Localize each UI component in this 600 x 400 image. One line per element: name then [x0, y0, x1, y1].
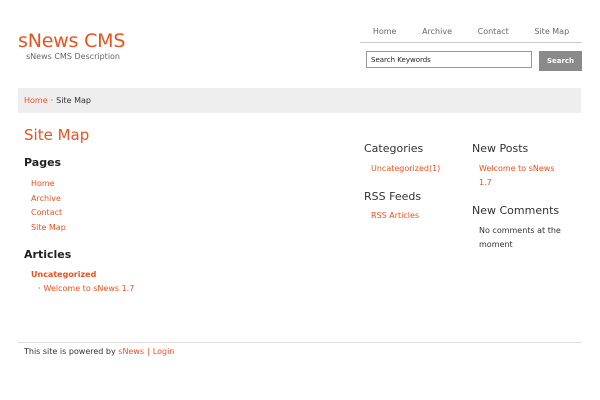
- new-posts-heading: New Posts: [472, 142, 529, 155]
- rss-articles-link[interactable]: RSS Articles: [371, 211, 419, 220]
- pages-heading: Pages: [24, 156, 62, 169]
- new-comments-heading: New Comments: [472, 204, 560, 217]
- nav-contact[interactable]: Contact: [478, 27, 509, 36]
- rss-heading: RSS Feeds: [364, 190, 422, 203]
- footer-snews-link[interactable]: sNews: [118, 347, 144, 356]
- site-description: sNews CMS Description: [26, 52, 120, 61]
- footer-login-link[interactable]: Login: [153, 347, 175, 356]
- page-link-site-map[interactable]: Site Map: [31, 223, 66, 232]
- page-link-contact[interactable]: Contact: [31, 208, 62, 217]
- categories-heading: Categories: [364, 142, 424, 155]
- breadcrumb-current: Site Map: [56, 96, 91, 105]
- search-button[interactable]: Search: [539, 51, 582, 71]
- category-link[interactable]: Uncategorized(1): [371, 164, 440, 173]
- nav-site-map[interactable]: Site Map: [534, 27, 569, 36]
- article-category[interactable]: Uncategorized: [31, 270, 96, 279]
- article-row: · Welcome to sNews 1.7: [38, 282, 134, 296]
- articles-heading: Articles: [24, 248, 72, 261]
- breadcrumb-home[interactable]: Home: [24, 96, 48, 105]
- search-input[interactable]: [366, 51, 532, 68]
- footer: This site is powered by sNews | Login: [24, 347, 174, 356]
- footer-text: This site is powered by: [24, 347, 116, 356]
- new-post-link[interactable]: Welcome to sNews: [479, 164, 555, 173]
- article-bullet: ·: [38, 284, 41, 293]
- nav-archive[interactable]: Archive: [422, 27, 452, 36]
- breadcrumb-separator: ·: [50, 96, 54, 105]
- page-link-archive[interactable]: Archive: [31, 194, 61, 203]
- new-post-link-cont[interactable]: 1.7: [479, 178, 492, 187]
- footer-separator: |: [147, 347, 150, 356]
- no-comments-line2: moment: [479, 240, 513, 249]
- breadcrumb: Home · Site Map: [18, 88, 581, 113]
- top-navigation: Home Archive Contact Site Map: [360, 20, 582, 43]
- article-link[interactable]: Welcome to sNews 1.7: [44, 284, 135, 293]
- nav-home[interactable]: Home: [373, 27, 397, 36]
- site-title[interactable]: sNews CMS: [18, 30, 125, 52]
- footer-divider: [18, 342, 581, 343]
- page-link-home[interactable]: Home: [31, 179, 55, 188]
- no-comments-line1: No comments at the: [479, 226, 561, 235]
- page-title: Site Map: [24, 126, 90, 144]
